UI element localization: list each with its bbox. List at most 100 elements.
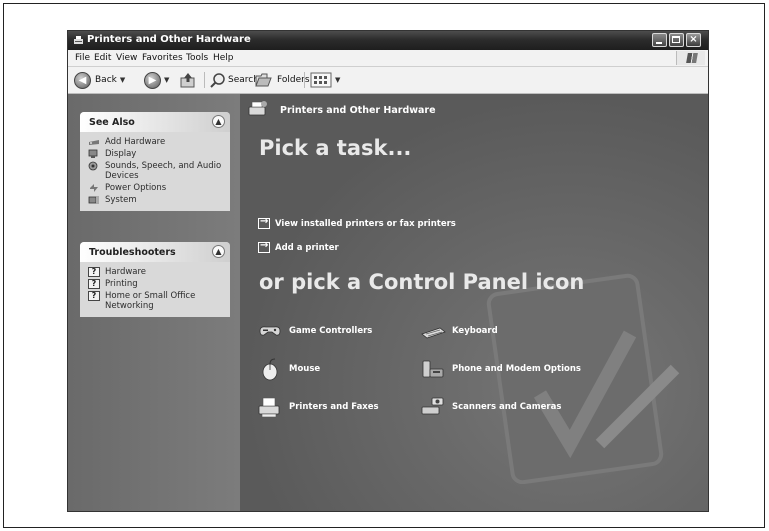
cp-label: Phone and Modem Options <box>452 364 581 374</box>
search-icon <box>210 72 225 88</box>
troubleshooter-printing[interactable]: ? Printing <box>88 279 224 289</box>
views-dropdown-icon[interactable]: ▼ <box>335 76 340 84</box>
troubleshooters-list: ? Hardware ? Printing ? Home or Small Of… <box>80 262 230 317</box>
back-dropdown-icon[interactable]: ▼ <box>120 76 125 84</box>
display-icon <box>88 149 98 158</box>
up-folder-button[interactable] <box>179 70 197 90</box>
task-label: Add a printer <box>275 242 339 253</box>
menu-file[interactable]: File <box>75 53 90 63</box>
see-also-panel: See Also ▲ Add Hardware Display Sounds, … <box>80 112 230 211</box>
maximize-icon <box>672 36 680 43</box>
printer-icon <box>258 397 280 418</box>
arrow-right-icon <box>258 240 270 253</box>
help-icon: ? <box>88 291 100 301</box>
control-panel-heading: or pick a Control Panel icon <box>259 270 585 294</box>
cp-label: Keyboard <box>452 326 498 336</box>
cp-label: Game Controllers <box>289 326 373 336</box>
folders-icon <box>255 73 272 87</box>
toolbar: ◀ Back ▼ ▶ ▼ Search Folders ▼ <box>68 67 708 94</box>
see-also-list: Add Hardware Display Sounds, Speech, and… <box>80 132 230 211</box>
add-hardware-icon <box>89 140 99 145</box>
task-label: View installed printers or fax printers <box>275 218 456 229</box>
folders-button[interactable]: Folders <box>255 70 310 90</box>
troubleshooter-networking[interactable]: ? Home or Small Office Networking <box>88 291 224 311</box>
menu-bar: File Edit View Favorites Tools Help <box>68 50 708 67</box>
cp-scanners-cameras[interactable]: Scanners and Cameras <box>420 395 561 419</box>
cp-label: Mouse <box>289 364 321 374</box>
views-button[interactable]: ▼ <box>310 70 340 90</box>
explorer-window: Printers and Other Hardware × File Edit … <box>68 31 708 511</box>
see-also-label: System <box>105 195 137 205</box>
up-folder-icon <box>180 73 195 88</box>
keyboard-icon <box>421 327 446 339</box>
see-also-display[interactable]: Display <box>88 149 224 159</box>
collapse-icon[interactable]: ▲ <box>212 245 225 258</box>
see-also-label: Add Hardware <box>105 137 166 147</box>
forward-button[interactable]: ▶ ▼ <box>144 70 169 90</box>
see-also-sounds[interactable]: Sounds, Speech, and Audio Devices <box>88 161 224 181</box>
scanner-icon <box>421 397 444 415</box>
menu-help[interactable]: Help <box>213 53 234 63</box>
troubleshooters-title: Troubleshooters <box>89 247 176 258</box>
menu-view[interactable]: View <box>116 53 137 63</box>
maximize-button[interactable] <box>669 33 684 47</box>
task-view-printers[interactable]: View installed printers or fax printers <box>258 216 456 229</box>
back-arrow-icon: ◀ <box>74 71 91 89</box>
task-heading: Pick a task... <box>259 136 412 160</box>
cp-mouse[interactable]: Mouse <box>257 357 320 381</box>
printers-hardware-icon <box>248 101 267 116</box>
minimize-icon <box>656 42 662 44</box>
troubleshooters-header[interactable]: Troubleshooters ▲ <box>80 242 230 262</box>
troubleshooter-label: Home or Small Office Networking <box>105 291 196 311</box>
sounds-icon <box>88 161 98 171</box>
cp-phone-modem[interactable]: Phone and Modem Options <box>420 357 581 381</box>
help-icon: ? <box>88 279 100 289</box>
see-also-add-hardware[interactable]: Add Hardware <box>88 137 224 147</box>
printer-folder-icon <box>74 36 83 44</box>
back-button[interactable]: ◀ Back ▼ <box>74 70 125 90</box>
system-icon <box>88 196 99 204</box>
close-button[interactable]: × <box>686 33 701 47</box>
see-also-label: Power Options <box>105 183 167 193</box>
windows-logo <box>676 51 705 65</box>
menu-tools[interactable]: Tools <box>186 53 208 63</box>
power-icon <box>90 184 98 192</box>
troubleshooters-panel: Troubleshooters ▲ ? Hardware ? Printing … <box>80 242 230 317</box>
see-also-title: See Also <box>89 117 135 128</box>
game-controller-icon <box>259 326 281 336</box>
troubleshooter-label: Printing <box>105 279 138 289</box>
cp-label: Printers and Faxes <box>289 402 379 412</box>
task-pane: See Also ▲ Add Hardware Display Sounds, … <box>68 94 240 511</box>
toolbar-separator <box>204 72 205 88</box>
task-add-printer[interactable]: Add a printer <box>258 240 339 253</box>
menu-edit[interactable]: Edit <box>94 53 111 63</box>
page-title: Printers and Other Hardware <box>280 105 436 116</box>
windows-flag-icon <box>686 53 698 63</box>
cp-game-controllers[interactable]: Game Controllers <box>257 319 372 343</box>
mouse-icon <box>262 358 278 381</box>
forward-dropdown-icon[interactable]: ▼ <box>164 76 169 84</box>
troubleshooter-hardware[interactable]: ? Hardware <box>88 267 224 277</box>
menu-favorites[interactable]: Favorites <box>142 53 183 63</box>
phone-icon <box>422 360 444 378</box>
help-icon: ? <box>88 267 100 277</box>
troubleshooter-label: Hardware <box>105 267 147 277</box>
window-title: Printers and Other Hardware <box>87 34 251 45</box>
see-also-header[interactable]: See Also ▲ <box>80 112 230 132</box>
content-pane: Printers and Other Hardware Pick a task.… <box>240 94 708 511</box>
arrow-right-icon <box>258 216 270 229</box>
search-button[interactable]: Search <box>209 70 259 90</box>
collapse-icon[interactable]: ▲ <box>212 115 225 128</box>
forward-arrow-icon: ▶ <box>144 71 161 89</box>
cp-keyboard[interactable]: Keyboard <box>420 319 498 343</box>
back-label: Back <box>95 75 117 85</box>
cp-printers-faxes[interactable]: Printers and Faxes <box>257 395 379 419</box>
see-also-system[interactable]: System <box>88 195 224 205</box>
views-icon <box>310 72 332 88</box>
see-also-power-options[interactable]: Power Options <box>88 183 224 193</box>
minimize-button[interactable] <box>652 33 667 47</box>
see-also-label: Display <box>105 149 137 159</box>
toolbar-separator <box>304 72 305 88</box>
title-bar[interactable]: Printers and Other Hardware × <box>68 31 708 50</box>
see-also-label: Sounds, Speech, and Audio Devices <box>105 161 222 181</box>
